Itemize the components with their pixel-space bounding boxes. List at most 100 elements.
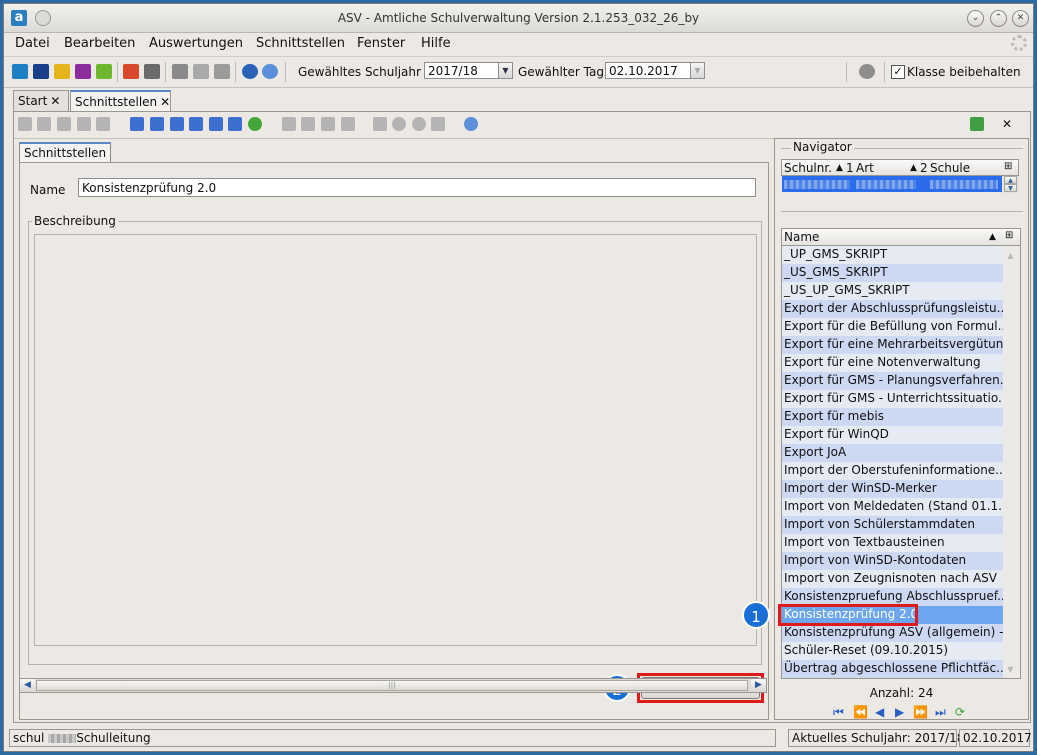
list-item[interactable]: Import der Oberstufeninformatione... [782,462,1003,480]
cut-icon[interactable] [301,117,315,131]
menu-fenster[interactable]: Fenster [357,36,405,51]
list-item[interactable]: _US_UP_GMS_SKRIPT [782,282,1003,300]
list-item[interactable]: Export für GMS - Planungsverfahren... [782,372,1003,390]
scroll-down-icon[interactable]: ▼ [1004,184,1017,192]
list-item[interactable]: Export für WinQD [782,426,1003,444]
info-icon[interactable] [242,64,258,79]
teacher-icon[interactable] [54,64,70,79]
column-name[interactable]: Name [784,230,819,244]
help-icon[interactable] [262,64,278,79]
next-record-icon[interactable] [189,117,203,131]
back-arrow-icon[interactable] [282,117,296,131]
menu-auswertungen[interactable]: Auswertungen [149,36,243,51]
room-icon[interactable] [96,64,112,79]
list-item[interactable]: Export der Abschlussprüfungsleistu... [782,300,1003,318]
school-row-selected[interactable] [782,176,1002,192]
list-item[interactable]: _US_GMS_SKRIPT [782,264,1003,282]
list-scrollbar[interactable]: ▲ ▼ [1003,246,1020,678]
comment-icon[interactable] [96,117,110,131]
menu-hilfe[interactable]: Hilfe [421,36,451,51]
list-item[interactable]: Export für die Befüllung von Formul... [782,318,1003,336]
menu-schnittstellen[interactable]: Schnittstellen [256,36,345,51]
menu-datei[interactable]: Datei [15,36,50,51]
paste-icon[interactable] [341,117,355,131]
close-tab-icon[interactable]: ✕ [160,95,170,109]
save-icon[interactable] [37,117,51,131]
last-record-icon[interactable]: ⏭ [935,705,946,720]
list-item[interactable]: Export JoA [782,444,1003,462]
last-record-icon[interactable] [228,117,242,131]
next-page-icon[interactable] [209,117,223,131]
scroll-left-icon[interactable]: ◀ [20,679,35,692]
day-field[interactable]: 02.10.2017 [605,62,691,79]
chevron-down-icon[interactable]: ▼ [498,62,513,79]
people-icon[interactable] [12,64,28,79]
list-item[interactable]: Import von Schülerstammdaten [782,516,1003,534]
column-chooser-icon[interactable]: ⊞ [1004,161,1012,172]
delete-icon[interactable] [77,117,91,131]
copy-window-icon[interactable] [172,64,188,79]
scroll-thumb[interactable]: ||| [36,680,748,691]
scroll-down-icon[interactable]: ▼ [1004,664,1017,675]
list-item[interactable]: Import von Textbausteinen [782,534,1003,552]
close-window-button[interactable]: ✕ [1012,10,1029,27]
help-icon[interactable] [464,117,478,131]
export-icon[interactable] [970,117,984,131]
eye-icon[interactable] [392,117,406,131]
close-tab-icon[interactable]: ✕ [50,94,60,108]
previous-record-icon[interactable]: ◀ [875,705,884,719]
column-schule[interactable]: Schule [930,161,970,175]
list-item[interactable]: Export für eine Notenverwaltung [782,354,1003,372]
list-item[interactable]: Schüler-Reset (09.10.2015) [782,642,1003,660]
close-icon[interactable]: ✕ [1000,117,1014,131]
column-schulnr[interactable]: Schulnr. [784,161,832,175]
marker-icon[interactable] [431,117,445,131]
tab-schnittstellen[interactable]: Schnittstellen ✕ [70,90,171,111]
lightning-icon[interactable] [214,64,230,79]
tab-start[interactable]: Start ✕ [13,90,69,111]
calendar-dropdown-icon[interactable]: ▼ [690,62,705,79]
list-item[interactable]: Import von Zeugnisnoten nach ASV [782,570,1003,588]
user-icon[interactable] [859,64,875,79]
edit-window-icon[interactable] [193,64,209,79]
scroll-up-icon[interactable]: ▲ [1004,176,1017,184]
refresh-icon[interactable] [248,117,262,131]
list-item[interactable]: _UP_GMS_SKRIPT [782,246,1003,264]
new-icon[interactable] [18,117,32,131]
maximize-button[interactable]: ⌃ [990,10,1007,27]
previous-page-icon[interactable] [150,117,164,131]
menu-bearbeiten[interactable]: Bearbeiten [64,36,135,51]
list-item[interactable]: Konsistenzprüfung ASV (allgemein) -... [782,624,1003,642]
scroll-right-icon[interactable]: ▶ [751,679,766,692]
group-icon[interactable] [75,64,91,79]
list-item[interactable]: Export für GMS - Unterrichtssituatio... [782,390,1003,408]
previous-page-icon[interactable]: ⏪ [853,705,868,719]
horizontal-scrollbar[interactable]: ◀ ||| ▶ [19,678,767,693]
name-input[interactable]: Konsistenzprüfung 2.0 [78,178,756,197]
lightbulb-icon[interactable] [412,117,426,131]
keep-class-checkbox[interactable]: ✓ [891,65,905,79]
list-item[interactable]: Import von Meldedaten (Stand 01.1... [782,498,1003,516]
school-scrollbar[interactable]: ▲ ▼ [1003,176,1019,193]
next-page-icon[interactable]: ⏩ [913,705,928,719]
list-item[interactable]: Import von WinSD-Kontodaten [782,552,1003,570]
list-item[interactable]: Export für eine Mehrarbeitsvergütung [782,336,1003,354]
column-chooser-icon[interactable]: ⊞ [1005,230,1013,241]
tab-schnittstellen-detail[interactable]: Schnittstellen [19,142,112,162]
undo-icon[interactable] [57,117,71,131]
copy-icon[interactable] [321,117,335,131]
description-textarea[interactable] [34,234,757,646]
print-icon[interactable] [373,117,387,131]
refresh-icon[interactable]: ⟳ [955,705,965,719]
list-item[interactable]: Export für mebis [782,408,1003,426]
first-record-icon[interactable]: ⏮ [833,705,844,720]
list-item[interactable]: Übertrag abgeschlossene Pflichtfäc... [782,660,1003,678]
column-art[interactable]: Art [856,161,874,175]
class-icon[interactable] [33,64,49,79]
minimize-button[interactable]: ⌄ [967,10,984,27]
scroll-up-icon[interactable]: ▲ [1004,250,1017,261]
schoolyear-select[interactable]: 2017/18 [424,62,499,79]
next-record-icon[interactable]: ▶ [895,705,904,719]
first-record-icon[interactable] [130,117,144,131]
book-icon[interactable] [123,64,139,79]
